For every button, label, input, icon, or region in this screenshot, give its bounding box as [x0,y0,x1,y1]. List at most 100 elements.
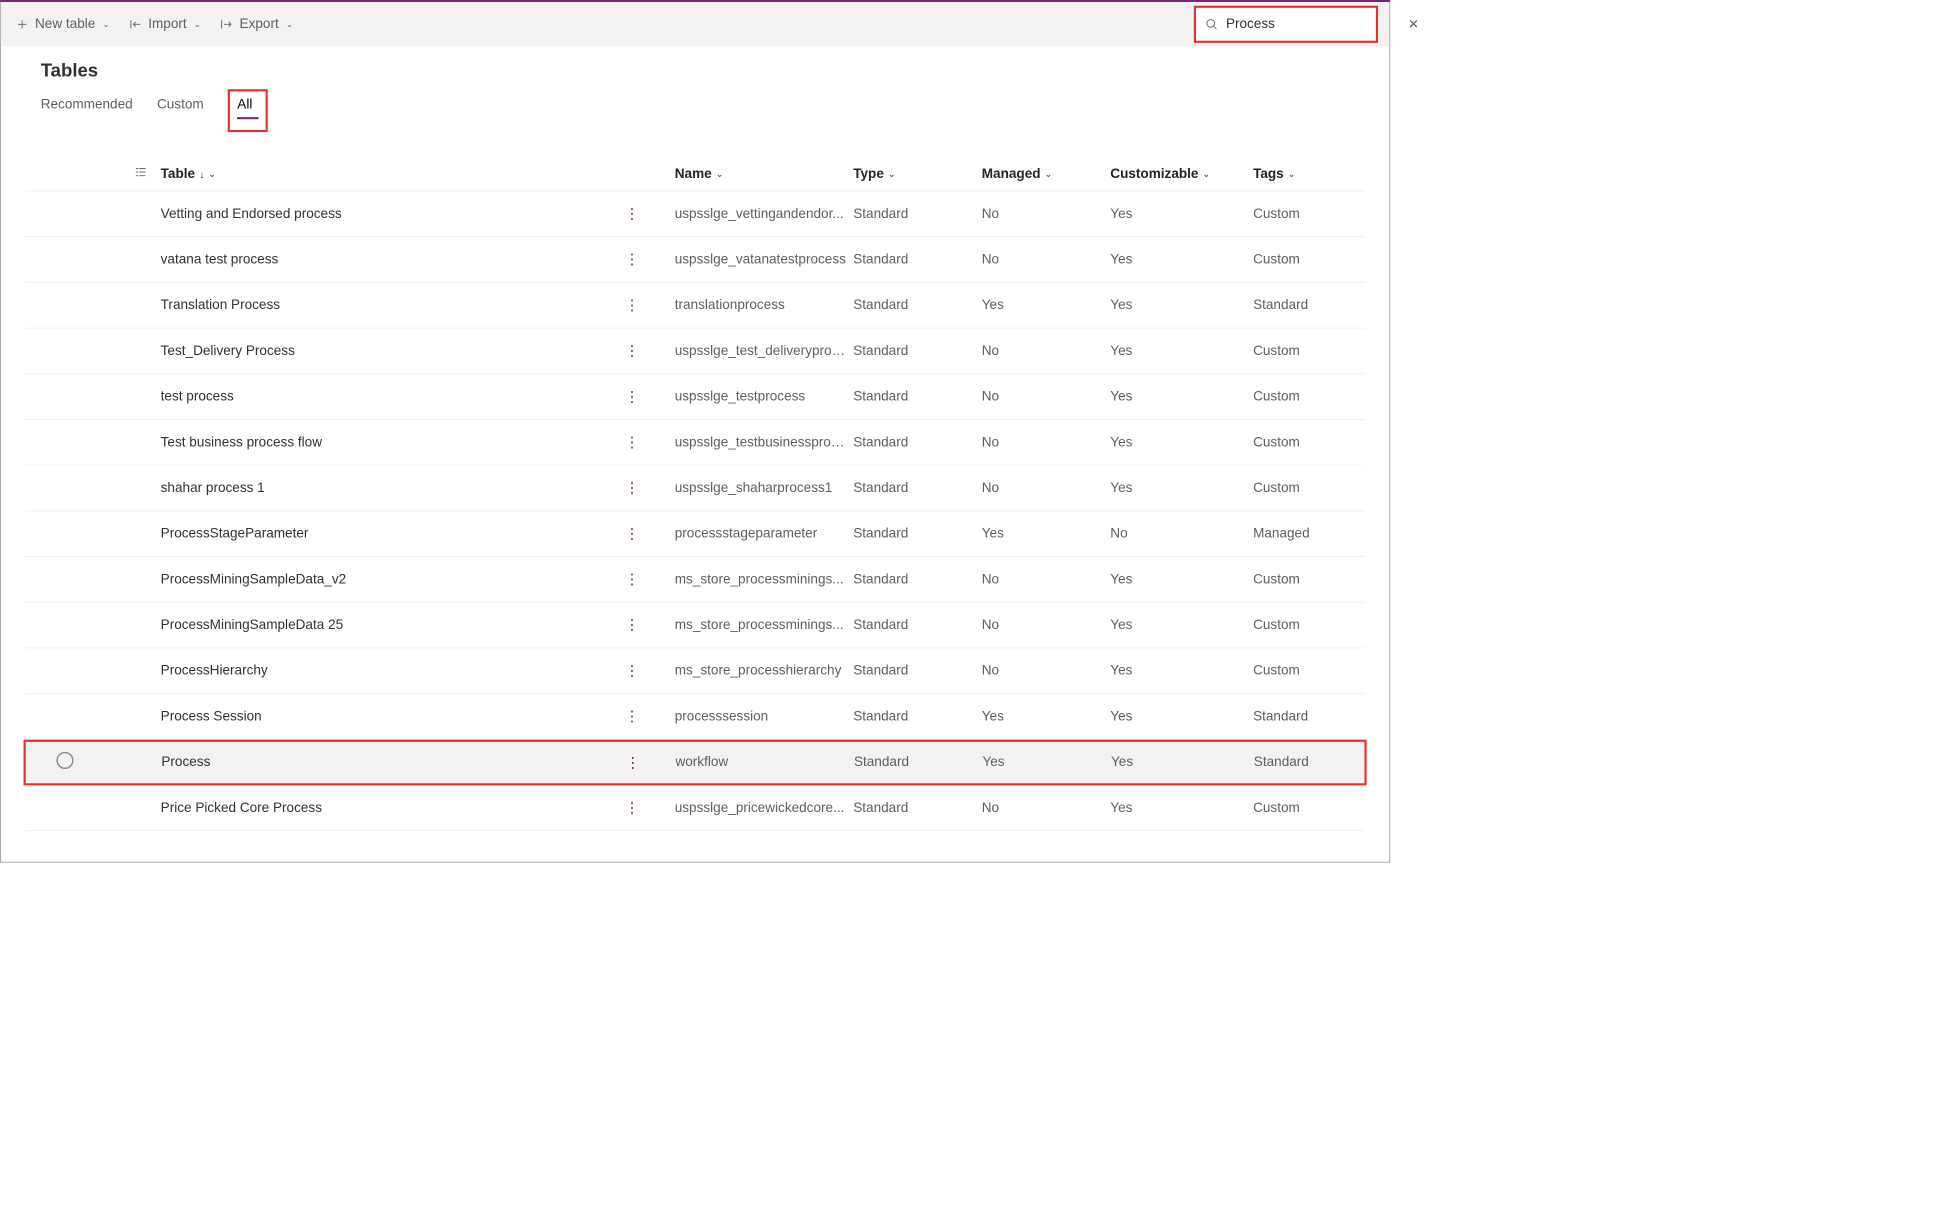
cell-name: ms_store_processminings... [675,572,854,588]
cell-tags: Custom [1253,343,1365,359]
cell-tags: Managed [1253,526,1365,542]
chevron-down-icon: ⌄ [1045,169,1052,179]
row-selector[interactable] [56,752,73,773]
chevron-down-icon: ⌄ [1203,169,1210,179]
hierarchy-toggle-icon[interactable] [134,165,161,184]
cell-managed: No [982,389,1111,405]
search-icon [1205,17,1219,31]
search-box[interactable]: ✕ [1194,6,1378,43]
row-more-menu[interactable]: ⋮ [625,479,639,497]
table-row[interactable]: Test_Delivery Process⋮uspsslge_test_deli… [25,328,1365,374]
row-more-menu[interactable]: ⋮ [625,799,639,817]
cell-tags: Custom [1253,800,1365,816]
row-more-menu[interactable]: ⋮ [625,570,639,588]
table-row[interactable]: ProcessStageParameter⋮processstageparame… [25,511,1365,557]
cell-customizable: Yes [1110,800,1253,816]
tab-recommended-label: Recommended [41,97,133,112]
radio-icon [56,752,73,769]
cell-table[interactable]: shahar process 1 [161,480,625,496]
table-row[interactable]: Test business process flow⋮ uspsslge_test… [25,420,1365,466]
cell-customizable: Yes [1110,252,1253,268]
col-header-name[interactable]: Name ⌄ [675,166,854,182]
cell-table[interactable]: Translation Process [161,297,625,313]
col-header-type[interactable]: Type ⌄ [853,166,982,182]
cell-table[interactable]: Test_Delivery Process [161,343,625,359]
cell-customizable: Yes [1110,709,1253,725]
cell-managed: No [982,434,1111,450]
chevron-down-icon: ⌄ [1288,169,1295,179]
cell-type: Standard [853,526,982,542]
row-more-menu[interactable]: ⋮ [625,296,639,314]
tab-custom[interactable]: Custom [157,94,204,122]
table-row[interactable]: ProcessMiningSampleData_v2⋮ ms_store_proc… [25,557,1365,603]
cell-type: Standard [853,663,982,679]
cell-customizable: Yes [1110,434,1253,450]
table-row[interactable]: Translation Process⋮translationprocessSt… [25,283,1365,329]
cell-table[interactable]: test process [161,389,625,405]
import-button[interactable]: Import ⌄ [125,12,203,36]
cell-managed: Yes [982,526,1111,542]
cell-name: ms_store_processminings... [675,617,854,633]
tab-all[interactable]: All [237,94,258,128]
table-row[interactable]: test process⋮uspsslge_testprocessStandar… [25,374,1365,420]
new-table-button[interactable]: New table ⌄ [12,12,112,36]
cell-table[interactable]: Process [161,755,625,771]
row-more-menu[interactable]: ⋮ [625,388,639,406]
cell-name: uspsslge_shaharprocess1 [675,480,854,496]
search-input[interactable] [1226,16,1401,32]
cell-tags: Custom [1253,389,1365,405]
cell-table[interactable]: ProcessHierarchy [161,663,625,679]
table-row[interactable]: Process Session⋮processsessionStandardYe… [25,694,1365,740]
cell-managed: No [982,663,1111,679]
table-row[interactable]: shahar process 1⋮ uspsslge_shaharprocess1… [25,466,1365,512]
cell-table[interactable]: ProcessMiningSampleData 25 [161,617,625,633]
cell-customizable: Yes [1110,480,1253,496]
row-more-menu[interactable]: ⋮ [625,754,639,772]
cell-tags: Custom [1253,434,1365,450]
cell-customizable: Yes [1110,343,1253,359]
export-label: Export [240,16,279,32]
cell-table[interactable]: Price Picked Core Process [161,800,625,816]
grid-header: Table ↓ ⌄ Name ⌄ Type ⌄ Managed ⌄ Custom… [25,158,1365,192]
col-header-tags[interactable]: Tags ⌄ [1253,166,1365,182]
cell-table[interactable]: Test business process flow [161,434,625,450]
cell-customizable: Yes [1110,617,1253,633]
table-row[interactable]: Process⋮workflowStandardYesYesStandard [24,740,1367,786]
export-button[interactable]: Export ⌄ [217,12,296,36]
row-more-menu[interactable]: ⋮ [625,342,639,360]
tab-recommended[interactable]: Recommended [41,94,133,122]
cell-table[interactable]: ProcessMiningSampleData_v2 [161,572,625,588]
cell-table[interactable]: Vetting and Endorsed process [161,206,625,222]
table-row[interactable]: Price Picked Core Process⋮uspsslge_price… [25,785,1365,831]
cell-name: uspsslge_vatanatestprocess [675,252,854,268]
cell-tags: Custom [1253,617,1365,633]
col-header-customizable[interactable]: Customizable ⌄ [1110,166,1253,182]
table-row[interactable]: Vetting and Endorsed process⋮uspsslge_ve… [25,191,1365,237]
table-row[interactable]: vatana test process⋮ uspsslge_vatanatestp… [25,237,1365,283]
table-row[interactable]: ProcessHierarchy⋮ ms_store_processhierarc… [25,648,1365,694]
cell-tags: Standard [1253,709,1365,725]
cell-table[interactable]: vatana test process [161,252,625,268]
row-more-menu[interactable]: ⋮ [625,662,639,680]
cell-name: uspsslge_testbusinessproc... [675,434,854,450]
cell-name: ms_store_processhierarchy [675,663,854,679]
clear-search-button[interactable]: ✕ [1408,17,1419,32]
col-header-managed[interactable]: Managed ⌄ [982,166,1111,182]
tab-custom-label: Custom [157,97,204,112]
row-more-menu[interactable]: ⋮ [625,708,639,726]
cell-table[interactable]: ProcessStageParameter [161,526,625,542]
chevron-down-icon: ⌄ [209,169,216,179]
cell-table[interactable]: Process Session [161,709,625,725]
row-more-menu[interactable]: ⋮ [625,616,639,634]
row-more-menu[interactable]: ⋮ [625,205,639,223]
row-more-menu[interactable]: ⋮ [625,525,639,543]
cell-type: Standard [853,297,982,313]
table-row[interactable]: ProcessMiningSampleData 25⋮ ms_store_proc… [25,603,1365,649]
import-label: Import [148,16,186,32]
col-header-table[interactable]: Table ↓ ⌄ [161,166,625,182]
cell-type: Standard [853,480,982,496]
row-more-menu[interactable]: ⋮ [625,433,639,451]
cell-name: uspsslge_testprocess [675,389,854,405]
row-more-menu[interactable]: ⋮ [625,251,639,269]
page-title: Tables [41,59,1365,81]
